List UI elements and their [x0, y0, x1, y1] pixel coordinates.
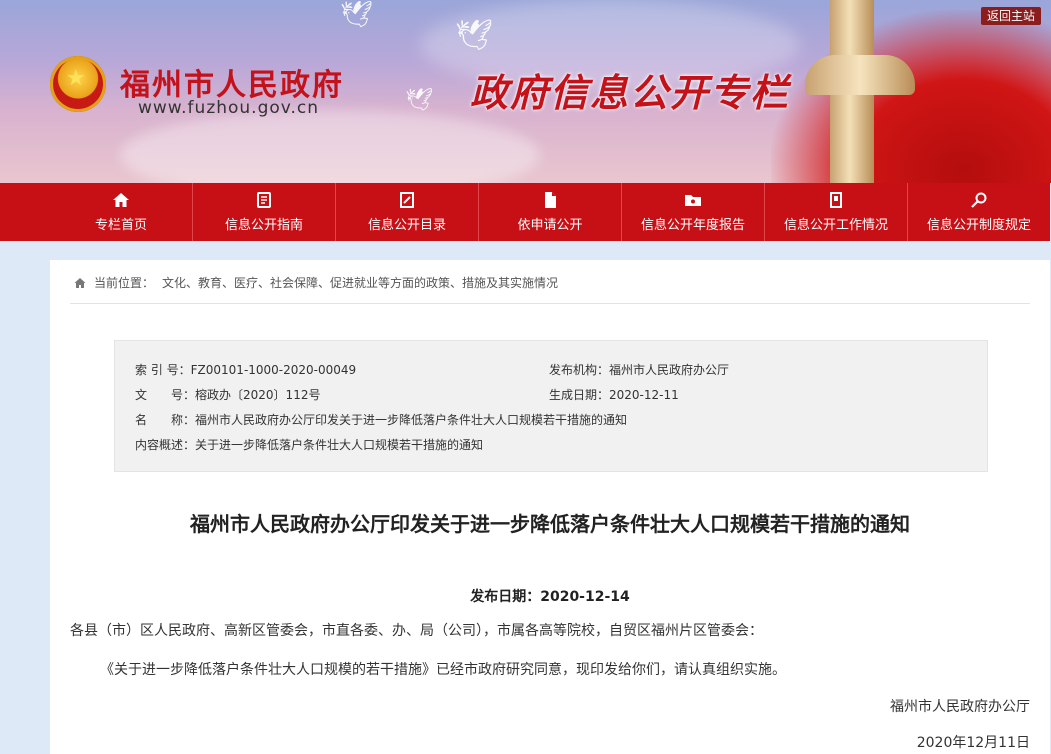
home-icon: [112, 191, 130, 209]
banner-cloud: [120, 110, 540, 183]
dove-icon: 🕊: [455, 18, 494, 53]
meta-name: 名 称：福州市人民政府办公厅印发关于进一步降低落户条件壮大人口规模若干措施的通知: [135, 413, 628, 427]
nav-item-home[interactable]: 专栏首页: [50, 183, 193, 241]
banner-red-flag: [771, 10, 1051, 183]
nav-item-regulations[interactable]: 信息公开制度规定: [908, 183, 1050, 241]
national-emblem-icon: ★: [50, 56, 106, 112]
article-title: 福州市人民政府办公厅印发关于进一步降低落户条件壮大人口规模若干措施的通知: [190, 512, 910, 536]
column-title: 政府信息公开专栏: [470, 71, 791, 115]
nav-item-apply[interactable]: 依申请公开: [479, 183, 622, 241]
article-paragraph: 《关于进一步降低落户条件壮大人口规模的若干措施》已经市政府研究同意，现印发给你们…: [100, 662, 786, 678]
breadcrumb-prefix: 当前位置：: [94, 276, 155, 290]
star-icon: ★: [66, 66, 86, 91]
nav-item-label: 信息公开年度报告: [640, 218, 745, 233]
divider: [70, 303, 1030, 304]
nav-item-guide[interactable]: 信息公开指南: [193, 183, 336, 241]
article-recipients: 各县（市）区人民政府、高新区管委会，市直各委、办、局（公司），市属各高等院校，自…: [70, 623, 763, 639]
nav-item-label: 信息公开制度规定: [926, 218, 1031, 233]
guide-icon: [255, 191, 273, 209]
folder-icon: [684, 191, 702, 209]
nav-item-work-status[interactable]: 信息公开工作情况: [765, 183, 908, 241]
content-panel: 当前位置： 文化、教育、医疗、社会保障、促进就业等方面的政策、措施及其实施情况 …: [50, 260, 1050, 754]
document-icon: [541, 191, 559, 209]
nav-left-strip: [0, 183, 50, 241]
banner-huabiao-top: [805, 55, 915, 95]
meta-publisher: 发布机构：福州市人民政府办公厅: [549, 363, 730, 377]
nav-item-label: 信息公开目录: [367, 218, 446, 233]
nav-item-label: 专栏首页: [94, 218, 147, 233]
report-icon: [827, 191, 845, 209]
main-nav: 专栏首页 信息公开指南 信息公开目录 依申请公开 信息公开年度报告 信息公开工作…: [50, 183, 1050, 241]
site-url: www.fuzhou.gov.cn: [138, 98, 320, 118]
catalog-icon: [398, 191, 416, 209]
search-rule-icon: [970, 191, 988, 209]
breadcrumb-link[interactable]: 文化、教育、医疗、社会保障、促进就业等方面的政策、措施及其实施情况: [162, 274, 558, 291]
nav-item-annual-report[interactable]: 信息公开年度报告: [622, 183, 765, 241]
breadcrumb: 当前位置： 文化、教育、医疗、社会保障、促进就业等方面的政策、措施及其实施情况: [74, 274, 558, 291]
back-home-button[interactable]: 返回主站: [980, 7, 1041, 25]
meta-index: 索 引 号：FZ00101-1000-2020-00049: [135, 363, 357, 377]
nav-item-label: 依申请公开: [517, 218, 583, 233]
article-sign-date: 2020年12月11日: [916, 735, 1030, 751]
nav-item-label: 信息公开工作情况: [783, 218, 888, 233]
meta-doc-no: 文 号：榕政办〔2020〕112号: [135, 388, 321, 402]
dove-icon: 🕊: [340, 0, 374, 30]
dove-icon: 🕊: [405, 88, 433, 113]
document-meta-box: 索 引 号：FZ00101-1000-2020-00049 发布机构：福州市人民…: [114, 340, 988, 472]
article-signature: 福州市人民政府办公厅: [890, 699, 1030, 715]
nav-item-catalog[interactable]: 信息公开目录: [336, 183, 479, 241]
meta-summary: 内容概述：关于进一步降低落户条件壮大人口规模若干措施的通知: [135, 438, 484, 452]
nav-item-label: 信息公开指南: [224, 218, 303, 233]
header-banner: 🕊 🕊 🕊 ★ 福州市人民政府 www.fuzhou.gov.cn 政府信息公开…: [0, 0, 1051, 183]
meta-gen-date: 生成日期：2020-12-11: [549, 388, 679, 402]
publish-date: 发布日期：2020-12-14: [470, 589, 630, 605]
home-icon: [74, 277, 86, 288]
